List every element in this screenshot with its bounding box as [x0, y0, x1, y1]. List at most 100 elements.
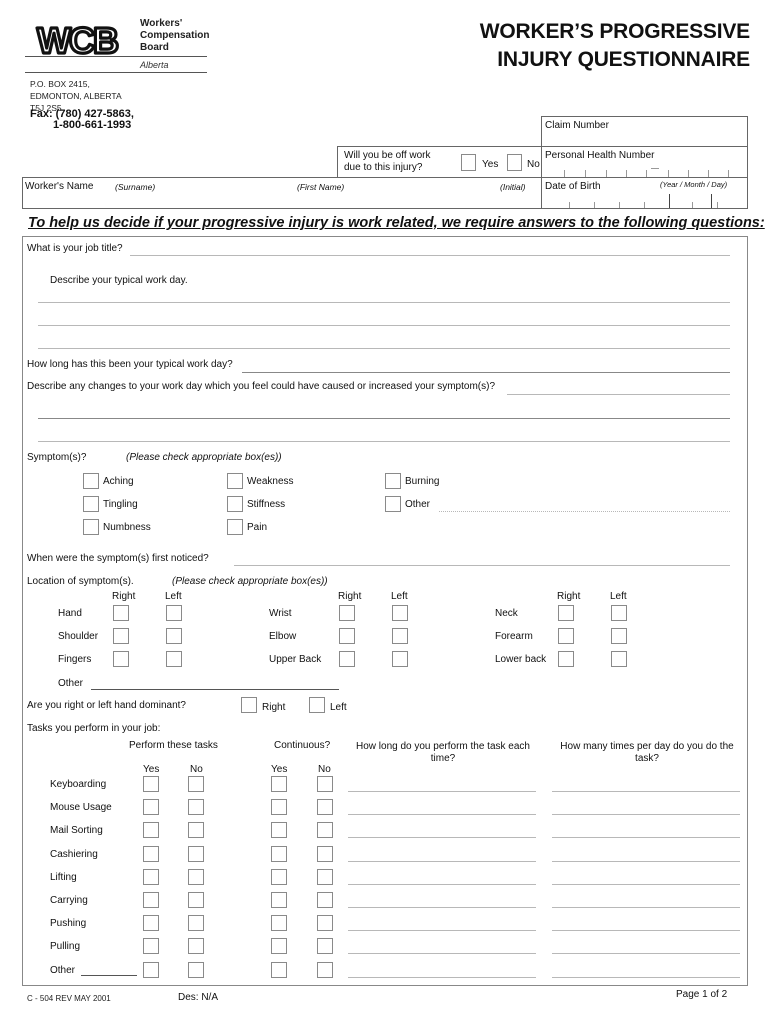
task-lifting-perform-yes[interactable] — [143, 869, 159, 885]
task-cashiering-perform-no[interactable] — [188, 846, 204, 862]
task-cashiering-perform-yes[interactable] — [143, 846, 159, 862]
symptom-tingling-checkbox[interactable] — [83, 496, 99, 512]
location-forearm-right-checkbox[interactable] — [558, 628, 574, 644]
task-pushing-continuous-no[interactable] — [317, 915, 333, 931]
symptom-aching-checkbox[interactable] — [83, 473, 99, 489]
task-cashiering-frequency-input[interactable] — [552, 861, 740, 862]
location-neck-left-checkbox[interactable] — [611, 605, 627, 621]
location-forearm-left-checkbox[interactable] — [611, 628, 627, 644]
task-keyboarding-frequency-input[interactable] — [552, 791, 740, 792]
claim-number-field[interactable]: Claim Number — [541, 116, 748, 147]
task-other-frequency-input[interactable] — [552, 977, 740, 978]
changes-input-line-1[interactable] — [507, 394, 730, 395]
task-carrying-perform-no[interactable] — [188, 892, 204, 908]
task-pulling-continuous-yes[interactable] — [271, 938, 287, 954]
task-other-input[interactable] — [81, 975, 137, 976]
task-carrying-perform-yes[interactable] — [143, 892, 159, 908]
changes-input-line-3[interactable] — [38, 441, 730, 442]
task-other-continuous-yes[interactable] — [271, 962, 287, 978]
typical-day-input-line-2[interactable] — [38, 325, 730, 326]
location-shoulder-right-checkbox[interactable] — [113, 628, 129, 644]
location-elbow-right-checkbox[interactable] — [339, 628, 355, 644]
task-mouse-usage-frequency-input[interactable] — [552, 814, 740, 815]
location-elbow-left-checkbox[interactable] — [392, 628, 408, 644]
symptom-numbness-checkbox[interactable] — [83, 519, 99, 535]
task-carrying-duration-input[interactable] — [348, 907, 536, 908]
task-other-perform-no[interactable] — [188, 962, 204, 978]
location-neck-right-checkbox[interactable] — [558, 605, 574, 621]
task-pushing-perform-no[interactable] — [188, 915, 204, 931]
location-shoulder-left-checkbox[interactable] — [166, 628, 182, 644]
task-carrying-continuous-no[interactable] — [317, 892, 333, 908]
task-mouse-usage-continuous-no[interactable] — [317, 799, 333, 815]
task-pulling-frequency-input[interactable] — [552, 953, 740, 954]
job-title-input[interactable] — [130, 255, 730, 256]
phn-field[interactable]: Personal Health Number — [541, 146, 748, 178]
first-noticed-input[interactable] — [234, 565, 730, 566]
worker-name-field[interactable] — [22, 177, 541, 209]
location-lower-back-label: Lower back — [495, 654, 547, 665]
symptom-burning-checkbox[interactable] — [385, 473, 401, 489]
task-pushing-frequency-input[interactable] — [552, 930, 740, 931]
symptom-pain-checkbox[interactable] — [227, 519, 243, 535]
task-mouse-usage-duration-input[interactable] — [348, 814, 536, 815]
task-mail-sorting-perform-no[interactable] — [188, 822, 204, 838]
location-hand-left-checkbox[interactable] — [166, 605, 182, 621]
task-other-duration-input[interactable] — [348, 977, 536, 978]
symptom-other-checkbox[interactable] — [385, 496, 401, 512]
task-keyboarding-continuous-no[interactable] — [317, 776, 333, 792]
task-carrying-continuous-yes[interactable] — [271, 892, 287, 908]
task-carrying-frequency-input[interactable] — [552, 907, 740, 908]
task-cashiering-continuous-no[interactable] — [317, 846, 333, 862]
symptom-weakness-checkbox[interactable] — [227, 473, 243, 489]
task-mouse-usage-perform-no[interactable] — [188, 799, 204, 815]
typical-day-input-line-1[interactable] — [38, 302, 730, 303]
location-fingers-right-checkbox[interactable] — [113, 651, 129, 667]
task-cashiering-continuous-yes[interactable] — [271, 846, 287, 862]
task-lifting-perform-no[interactable] — [188, 869, 204, 885]
task-other-perform-yes[interactable] — [143, 962, 159, 978]
task-lifting-continuous-yes[interactable] — [271, 869, 287, 885]
task-mail-sorting-continuous-yes[interactable] — [271, 822, 287, 838]
task-mail-sorting-perform-yes[interactable] — [143, 822, 159, 838]
symptom-stiffness-checkbox[interactable] — [227, 496, 243, 512]
task-keyboarding-perform-no[interactable] — [188, 776, 204, 792]
dominant-left-checkbox[interactable] — [309, 697, 325, 713]
task-mail-sorting-frequency-input[interactable] — [552, 837, 740, 838]
location-hand-right-checkbox[interactable] — [113, 605, 129, 621]
off-work-yes-checkbox[interactable] — [461, 154, 476, 171]
task-lifting-frequency-input[interactable] — [552, 884, 740, 885]
task-pushing-duration-input[interactable] — [348, 930, 536, 931]
location-wrist-right-checkbox[interactable] — [339, 605, 355, 621]
location-other-input[interactable] — [91, 689, 339, 690]
task-pulling-perform-no[interactable] — [188, 938, 204, 954]
location-lower-back-right-checkbox[interactable] — [558, 651, 574, 667]
changes-input-line-2[interactable] — [38, 418, 730, 419]
location-fingers-left-checkbox[interactable] — [166, 651, 182, 667]
task-other-continuous-no[interactable] — [317, 962, 333, 978]
task-keyboarding-duration-input[interactable] — [348, 791, 536, 792]
task-cashiering-duration-input[interactable] — [348, 861, 536, 862]
how-long-input[interactable] — [242, 372, 730, 373]
location-upper-back-left-checkbox[interactable] — [392, 651, 408, 667]
typical-day-input-line-3[interactable] — [38, 348, 730, 349]
symptom-other-input[interactable] — [439, 511, 730, 512]
location-upper-back-right-checkbox[interactable] — [339, 651, 355, 667]
off-work-no-checkbox[interactable] — [507, 154, 522, 171]
task-mouse-usage-continuous-yes[interactable] — [271, 799, 287, 815]
task-pushing-perform-yes[interactable] — [143, 915, 159, 931]
task-mail-sorting-duration-input[interactable] — [348, 837, 536, 838]
task-pushing-continuous-yes[interactable] — [271, 915, 287, 931]
task-pulling-continuous-no[interactable] — [317, 938, 333, 954]
task-lifting-continuous-no[interactable] — [317, 869, 333, 885]
task-pulling-perform-yes[interactable] — [143, 938, 159, 954]
task-lifting-duration-input[interactable] — [348, 884, 536, 885]
task-pulling-duration-input[interactable] — [348, 953, 536, 954]
task-mouse-usage-perform-yes[interactable] — [143, 799, 159, 815]
task-keyboarding-continuous-yes[interactable] — [271, 776, 287, 792]
location-lower-back-left-checkbox[interactable] — [611, 651, 627, 667]
location-wrist-left-checkbox[interactable] — [392, 605, 408, 621]
task-keyboarding-perform-yes[interactable] — [143, 776, 159, 792]
task-mail-sorting-continuous-no[interactable] — [317, 822, 333, 838]
dominant-right-checkbox[interactable] — [241, 697, 257, 713]
